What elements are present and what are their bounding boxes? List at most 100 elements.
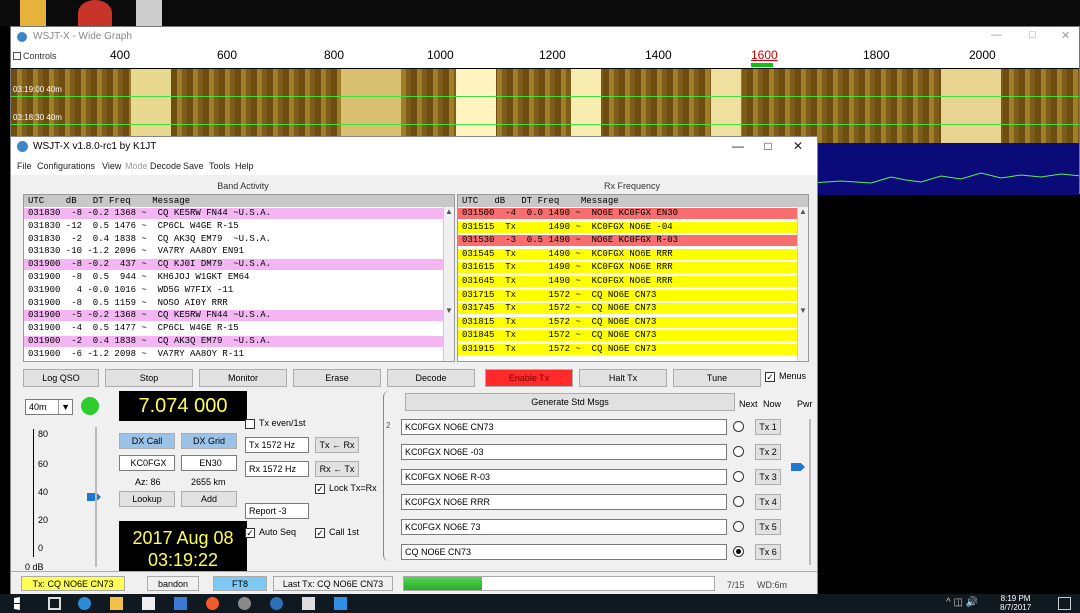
tx-now-button[interactable]: Tx 1 (755, 419, 781, 435)
decode-button[interactable]: Decode (387, 369, 475, 387)
menu-configurations[interactable]: Configurations (37, 161, 95, 171)
band-activity-row[interactable]: 031900 -8 0.5 1159 ~ NOSO AI0Y RRR (24, 298, 444, 309)
monitor-button[interactable]: Monitor (199, 369, 287, 387)
menu-file[interactable]: File (17, 161, 32, 171)
tx-message-input[interactable]: KC0FGX NO6E CN73 (401, 419, 727, 435)
mail-icon[interactable] (174, 597, 187, 610)
dx-call-button[interactable]: DX Call (119, 433, 175, 449)
menu-tools[interactable]: Tools (209, 161, 230, 171)
dx-call-input[interactable]: KC0FGX (119, 455, 175, 471)
add-button[interactable]: Add (181, 491, 237, 507)
rx-frequency-row[interactable]: 031515 Tx 1490 ~ KC0FGX NO6E -04 (458, 221, 798, 233)
maximize-icon[interactable]: □ (1029, 29, 1036, 41)
clock[interactable]: 8:19 PM 8/7/2017 (1000, 594, 1031, 612)
windows-start-icon[interactable] (14, 597, 20, 610)
rx-frequency-row[interactable]: 031545 Tx 1490 ~ KC0FGX NO6E RRR (458, 248, 798, 260)
band-activity-row[interactable]: 031900 -4 0.5 1477 ~ CP6CL W4GE R-15 (24, 323, 444, 334)
rx-frequency-row[interactable]: 031815 Tx 1572 ~ CQ NO6E CN73 (458, 316, 798, 328)
tx-next-radio[interactable] (733, 521, 744, 532)
menu-help[interactable]: Help (235, 161, 254, 171)
tx-next-radio[interactable] (733, 471, 744, 482)
rx-frequency-row[interactable]: 031745 Tx 1572 ~ CQ NO6E CN73 (458, 303, 798, 315)
app-icon[interactable] (302, 597, 315, 610)
store-icon[interactable] (142, 597, 155, 610)
band-activity-row[interactable]: 031900 -5 -0.2 1368 ~ CQ KE5RW FN44 ~U.S… (24, 310, 444, 322)
rx-frequency-row[interactable]: 031845 Tx 1572 ~ CQ NO6E CN73 (458, 330, 798, 342)
desktop-folder-icon[interactable] (20, 0, 46, 26)
message-tabs[interactable]: 2 (383, 391, 393, 561)
tx-next-radio[interactable] (733, 496, 744, 507)
menu-save[interactable]: Save (183, 161, 204, 171)
menus-checkbox[interactable]: ✓ Menus (765, 371, 815, 385)
rx-frequency-row[interactable]: 031615 Tx 1490 ~ KC0FGX NO6E RRR (458, 262, 798, 274)
tune-button[interactable]: Tune (673, 369, 761, 387)
band-activity-row[interactable]: 031900 -2 0.4 1838 ~ CQ AK3Q EM79 ~U.S.A… (24, 336, 444, 347)
lookup-button[interactable]: Lookup (119, 491, 175, 507)
tx-message-input[interactable]: CQ NO6E CN73 (401, 544, 727, 560)
tray-icons[interactable]: ^ ◫ 🔊 (946, 597, 978, 608)
log-qso-button[interactable]: Log QSO (23, 369, 99, 387)
menu-decode[interactable]: Decode (150, 161, 181, 171)
rx-frequency-row[interactable]: 031530 -3 0.5 1490 ~ NO6E KC0FGX R-03 (458, 235, 798, 247)
tx-next-radio[interactable] (733, 546, 744, 557)
rx-frequency-spinbox[interactable]: Rx 1572 Hz (245, 461, 309, 477)
power-slider-track[interactable] (809, 419, 811, 565)
app-icon[interactable] (238, 597, 251, 610)
minimize-icon[interactable]: — (723, 139, 753, 153)
rx-frequency-row[interactable]: 031500 -4 0.0 1490 ~ NO6E KC0FGX EN30 (458, 208, 798, 219)
report-spinbox[interactable]: Report -3 (245, 503, 309, 519)
menu-mode[interactable]: Mode (125, 161, 148, 171)
auto-seq-checkbox[interactable]: ✓ Auto Seq (245, 527, 315, 541)
tx-now-button[interactable]: Tx 5 (755, 519, 781, 535)
tx-now-button[interactable]: Tx 4 (755, 494, 781, 510)
tx-now-button[interactable]: Tx 2 (755, 444, 781, 460)
maximize-icon[interactable]: □ (753, 139, 783, 153)
power-slider-handle[interactable] (791, 463, 805, 471)
call-1st-checkbox[interactable]: ✓ Call 1st (315, 527, 375, 541)
band-activity-row[interactable]: 031900 -8 -0.2 437 ~ CQ KJ0I DM79 ~U.S.A… (24, 259, 444, 271)
enable-tx-button[interactable]: Enable Tx (485, 369, 573, 387)
desktop-app-icon[interactable] (78, 0, 112, 26)
stop-button[interactable]: Stop (105, 369, 193, 387)
file-explorer-icon[interactable] (110, 597, 123, 610)
generate-std-msgs-button[interactable]: Generate Std Msgs (405, 393, 735, 411)
rx-from-tx-button[interactable]: Rx ← Tx (315, 461, 359, 477)
task-view-icon[interactable] (48, 597, 61, 610)
close-icon[interactable]: ✕ (783, 139, 813, 153)
scrollbar[interactable]: ▲ ▼ (443, 207, 454, 361)
band-activity-table[interactable]: UTC dB DT Freq Message 031830 -8 -0.2 13… (23, 194, 455, 362)
tx-now-button[interactable]: Tx 3 (755, 469, 781, 485)
scrollbar[interactable]: ▲ ▼ (797, 207, 808, 361)
menu-view[interactable]: View (102, 161, 121, 171)
tx-message-input[interactable]: KC0FGX NO6E RRR (401, 494, 727, 510)
close-icon[interactable]: ✕ (1061, 29, 1070, 42)
tx-from-rx-button[interactable]: Tx ← Rx (315, 437, 359, 453)
tx-now-button[interactable]: Tx 6 (755, 544, 781, 560)
tx-next-radio[interactable] (733, 446, 744, 457)
minimize-icon[interactable]: — (991, 29, 1002, 41)
desktop-radio-icon[interactable] (136, 0, 162, 26)
rx-level-slider-track[interactable] (95, 427, 97, 567)
tx-next-radio[interactable] (733, 421, 744, 432)
rx-level-slider-handle[interactable] (87, 493, 101, 501)
band-activity-row[interactable]: 031830 -2 0.4 1838 ~ CQ AK3Q EM79 ~U.S.A… (24, 234, 444, 245)
rx-frequency-row[interactable]: 031915 Tx 1572 ~ CQ NO6E CN73 (458, 344, 798, 355)
band-activity-row[interactable]: 031830 -12 0.5 1476 ~ CP6CL W4GE R-15 (24, 221, 444, 232)
wsjtx-taskbar-icon[interactable] (334, 597, 347, 610)
dx-grid-button[interactable]: DX Grid (181, 433, 237, 449)
rx-frequency-row[interactable]: 031645 Tx 1490 ~ KC0FGX NO6E RRR (458, 276, 798, 287)
app-icon[interactable] (270, 597, 283, 610)
band-activity-row[interactable]: 031900 -8 0.5 944 ~ KH6JOJ W1GKT EM64 (24, 272, 444, 283)
chrome-icon[interactable] (206, 597, 219, 610)
tx-message-input[interactable]: KC0FGX NO6E R-03 (401, 469, 727, 485)
erase-button[interactable]: Erase (293, 369, 381, 387)
rx-frequency-table[interactable]: UTC dB DT Freq Message 031500 -4 0.0 149… (457, 194, 809, 362)
tx-message-input[interactable]: KC0FGX NO6E -03 (401, 444, 727, 460)
edge-icon[interactable] (78, 597, 91, 610)
band-activity-row[interactable]: 031900 -6 -1.2 2098 ~ VA7RY AA8OY R-11 (24, 349, 444, 360)
tx-even-checkbox[interactable]: Tx even/1st (245, 417, 325, 431)
band-activity-row[interactable]: 031830 -8 -0.2 1368 ~ CQ KE5RW FN44 ~U.S… (24, 208, 444, 219)
lock-tx-rx-checkbox[interactable]: ✓ Lock Tx=Rx (315, 483, 385, 497)
band-activity-row[interactable]: 031830 -10 -1.2 2096 ~ VA7RY AA8OY EN91 (24, 246, 444, 257)
tx-message-input[interactable]: KC0FGX NO6E 73 (401, 519, 727, 535)
